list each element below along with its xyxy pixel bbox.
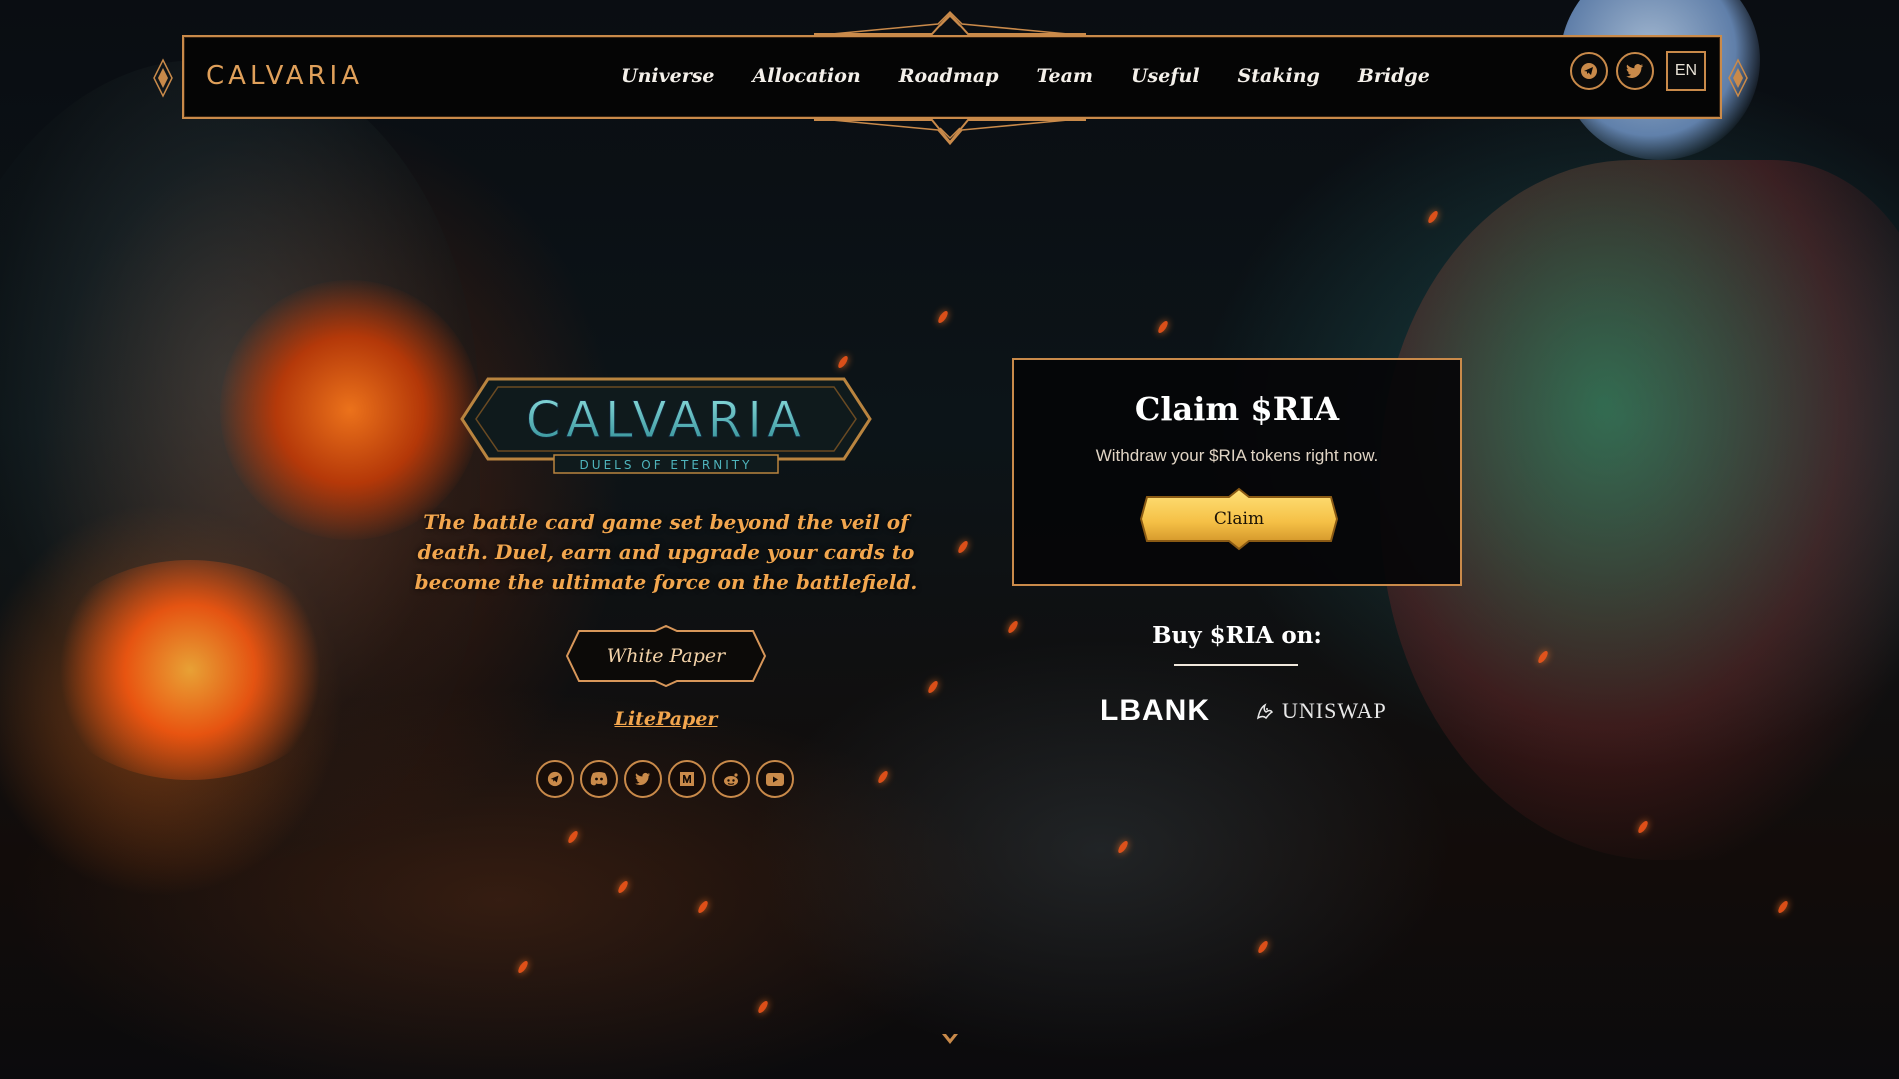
language-selector[interactable]: EN (1666, 51, 1706, 91)
ember (1426, 209, 1440, 225)
twitter-icon[interactable] (624, 760, 662, 798)
nav-bottom-ornament (814, 119, 1086, 146)
buy-title: Buy $RIA on: (1152, 622, 1322, 649)
background-scene (0, 0, 1899, 1079)
medium-icon[interactable] (668, 760, 706, 798)
nav-icons: EN (1570, 51, 1706, 91)
ember (836, 354, 850, 370)
nav-menu: Universe Allocation Roadmap Team Useful … (602, 59, 1449, 93)
nav-left-ornament (153, 58, 173, 98)
claim-button[interactable]: Claim (1139, 485, 1339, 553)
claim-subtitle: Withdraw your $RIA tokens right now. (1095, 446, 1379, 465)
ember (926, 679, 940, 695)
uniswap-link[interactable]: UNISWAP (1254, 698, 1387, 724)
nav-item-staking[interactable]: Staking (1219, 59, 1339, 93)
claim-button-label: Claim (1213, 509, 1265, 529)
ember (876, 769, 890, 785)
ember (1006, 619, 1020, 635)
ember (956, 539, 970, 555)
nav-item-useful[interactable]: Useful (1112, 59, 1219, 93)
hero-tagline: The battle card game set beyond the veil… (414, 510, 918, 594)
claim-panel: Claim $RIA Withdraw your $RIA tokens rig… (1012, 358, 1462, 586)
telegram-icon[interactable] (536, 760, 574, 798)
logo-subtitle: DUELS OF ETERNITY (580, 458, 753, 472)
nav-top-ornament (814, 10, 1086, 35)
discord-icon[interactable] (580, 760, 618, 798)
logo-title: CALVARIA (526, 391, 806, 449)
skull-eye-glow (220, 280, 480, 540)
ember (1776, 899, 1790, 915)
ember (566, 829, 580, 845)
nav-item-universe[interactable]: Universe (602, 59, 734, 93)
fire-breath-art (40, 560, 340, 780)
claim-title: Claim $RIA (1134, 390, 1340, 428)
ember (616, 879, 630, 895)
ember (696, 899, 710, 915)
ember (1256, 939, 1270, 955)
top-navigation: CALVARIA Universe Allocation Roadmap Tea… (182, 35, 1722, 119)
nav-item-allocation[interactable]: Allocation (734, 59, 880, 93)
whitepaper-label: White Paper (606, 645, 726, 667)
calvaria-logo: CALVARIA DUELS OF ETERNITY (460, 377, 872, 474)
uniswap-icon (1256, 703, 1274, 720)
nav-item-team[interactable]: Team (1018, 59, 1112, 93)
ember (1116, 839, 1130, 855)
brand-logo[interactable]: CALVARIA (206, 61, 363, 91)
twitter-icon[interactable] (1616, 52, 1654, 90)
ember (756, 999, 770, 1015)
ember (516, 959, 530, 975)
youtube-icon[interactable] (756, 760, 794, 798)
social-links (536, 760, 794, 798)
nav-item-roadmap[interactable]: Roadmap (880, 59, 1018, 93)
whitepaper-button[interactable]: White Paper (565, 624, 767, 688)
reddit-icon[interactable] (712, 760, 750, 798)
nav-item-bridge[interactable]: Bridge (1339, 59, 1449, 93)
litepaper-link[interactable]: LitePaper (596, 708, 736, 730)
lbank-link[interactable]: LBANK (1100, 694, 1210, 728)
ember (936, 309, 950, 325)
nav-right-ornament (1728, 58, 1748, 98)
ember (1156, 319, 1170, 335)
telegram-icon[interactable] (1570, 52, 1608, 90)
chevron-down-icon[interactable] (940, 1032, 960, 1046)
buy-underline (1174, 664, 1298, 666)
uniswap-label: UNISWAP (1282, 698, 1387, 723)
